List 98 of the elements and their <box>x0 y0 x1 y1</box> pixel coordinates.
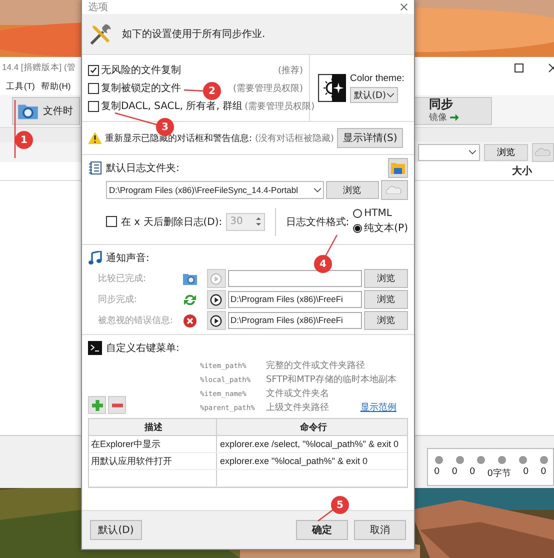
delete-logs-label[interactable]: 在 x 天后删除日志(D): <box>121 214 222 228</box>
sound-label: 被忽视的错误信息: <box>98 314 174 327</box>
music-note-icon <box>88 251 102 265</box>
notebook-icon <box>88 161 102 175</box>
terminal-icon <box>88 341 102 355</box>
play-button[interactable] <box>207 311 226 330</box>
checkbox[interactable] <box>88 82 99 94</box>
column-header[interactable]: 命令行 <box>217 419 407 435</box>
sync-icon <box>183 292 198 306</box>
leader-line <box>318 508 334 522</box>
radio-label[interactable]: 纯文本(P) <box>364 221 408 235</box>
option-note: (推荐) <box>278 64 303 76</box>
sound-path-field[interactable]: D:\Program Files (x86)\FreeFi <box>228 291 362 308</box>
macro-description: 文件或文件夹名 <box>266 388 329 400</box>
context-menu-label: 自定义右键菜单: <box>106 342 180 355</box>
play-button[interactable] <box>207 290 226 309</box>
show-examples-link[interactable]: 显示范例 <box>348 401 396 414</box>
cloud-icon <box>535 148 551 156</box>
caret-icon <box>314 188 321 192</box>
log-folder-label: 默认日志文件夹: <box>106 162 180 175</box>
dialog-title: 选项 <box>88 0 108 14</box>
radio-button[interactable] <box>353 224 362 232</box>
folder-icon <box>391 161 405 175</box>
sync-button[interactable]: 同步 镜像 <box>414 97 492 125</box>
table-cell[interactable]: 在Explorer中显示 <box>89 436 217 452</box>
leader-line <box>184 89 204 92</box>
stat-value: 0 <box>452 466 458 478</box>
sound-label: 比较已完成: <box>98 272 148 285</box>
option-label[interactable]: 复制被锁定的文件 <box>101 81 181 95</box>
table-cell[interactable]: explorer.exe /select, "%local_path%" & exit 0 <box>217 436 407 452</box>
sound-path-field[interactable]: D:\Program Files (x86)\FreeFi <box>228 312 362 329</box>
plus-icon <box>92 400 102 410</box>
warning-icon <box>88 132 102 144</box>
folder-button[interactable] <box>388 158 408 178</box>
leader-line <box>114 112 158 126</box>
option-note: (需要管理员权限) <box>232 82 303 94</box>
checkbox[interactable] <box>88 64 99 76</box>
stat-value: 0 <box>434 466 440 478</box>
warning-note: (没有对话框被隐藏) <box>255 132 334 144</box>
column-header: 大小 <box>512 164 532 178</box>
column-header[interactable]: 描述 <box>89 419 217 435</box>
show-details-button[interactable]: 显示详情(S) <box>337 128 404 148</box>
caret-icon <box>387 92 394 98</box>
option-label[interactable]: 无风险的文件复制 <box>101 63 181 77</box>
log-format-label: 日志文件格式: <box>286 216 350 228</box>
status-icon <box>518 454 528 464</box>
remove-button[interactable] <box>108 396 126 414</box>
folder-search-icon <box>183 272 198 286</box>
status-icon <box>497 454 507 464</box>
browse-button[interactable]: 浏览 <box>364 290 408 309</box>
sound-label: 同步完成: <box>98 294 138 306</box>
arrow-icon <box>450 114 459 121</box>
toolbar-button[interactable]: 文件时 <box>12 97 80 125</box>
menu-item[interactable]: 工具(T) <box>6 81 35 93</box>
maximize-icon[interactable] <box>514 63 524 73</box>
cloud-icon <box>386 186 402 194</box>
error-icon <box>183 314 198 328</box>
radio-button[interactable] <box>353 209 362 218</box>
sound-path-field[interactable] <box>228 270 362 287</box>
radio-label[interactable]: HTML <box>364 208 392 219</box>
menu-item[interactable]: 帮助(H) <box>40 81 71 93</box>
sounds-label: 通知声音: <box>106 252 150 265</box>
spinner-arrows-icon <box>256 216 261 227</box>
caret-icon <box>469 150 476 154</box>
status-icon <box>434 454 444 464</box>
browse-button[interactable]: 浏览 <box>364 311 408 330</box>
macro-description: 上级文件夹路径 <box>266 402 329 414</box>
table-cell[interactable]: explorer.exe "%local_path%" & exit 0 <box>217 453 407 469</box>
leader-line <box>324 234 338 258</box>
table-cell[interactable]: 用默认应用软件打开 <box>89 453 217 469</box>
stat-value: 0 <box>469 466 476 478</box>
browse-button[interactable]: 浏览 <box>326 181 379 199</box>
header-text: 如下的设置使用于所有同步作业. <box>122 28 266 41</box>
cancel-button[interactable]: 取消 <box>354 520 406 540</box>
stat-value: 0 <box>540 466 546 478</box>
close-icon[interactable] <box>400 3 408 11</box>
log-path-dropdown[interactable]: D:\Program Files (x86)\FreeFileSync_14.4-Portabl <box>106 181 324 199</box>
folder-search-icon <box>17 102 39 120</box>
theme-dropdown[interactable]: 默认(D) <box>350 87 398 103</box>
checkbox[interactable] <box>88 100 99 112</box>
option-label[interactable]: 复制DACL, SACL, 所有者, 群组 <box>101 99 243 113</box>
leader-line <box>14 100 16 158</box>
status-icon <box>455 454 465 464</box>
checkbox[interactable] <box>106 216 117 227</box>
macro-description: 完整的文件或文件夹路径 <box>266 360 365 372</box>
theme-icon <box>318 74 346 102</box>
stat-value: 0字节 <box>487 468 511 480</box>
status-icon <box>476 454 486 464</box>
browse-button[interactable]: 浏览 <box>484 144 528 160</box>
macro-description: SFTP和MTP存储的临时本地副本 <box>266 374 396 386</box>
browse-button[interactable]: 浏览 <box>364 269 408 288</box>
default-button[interactable]: 默认(D) <box>90 520 142 540</box>
window-title: 14.4 [捐赠版本] (管 <box>2 62 76 74</box>
status-icon <box>539 454 549 464</box>
theme-label: Color theme: <box>350 73 404 84</box>
stat-value: 0 <box>522 466 529 478</box>
option-note: (需要管理员权限) <box>244 100 315 112</box>
ok-button[interactable]: 确定 <box>296 520 348 540</box>
